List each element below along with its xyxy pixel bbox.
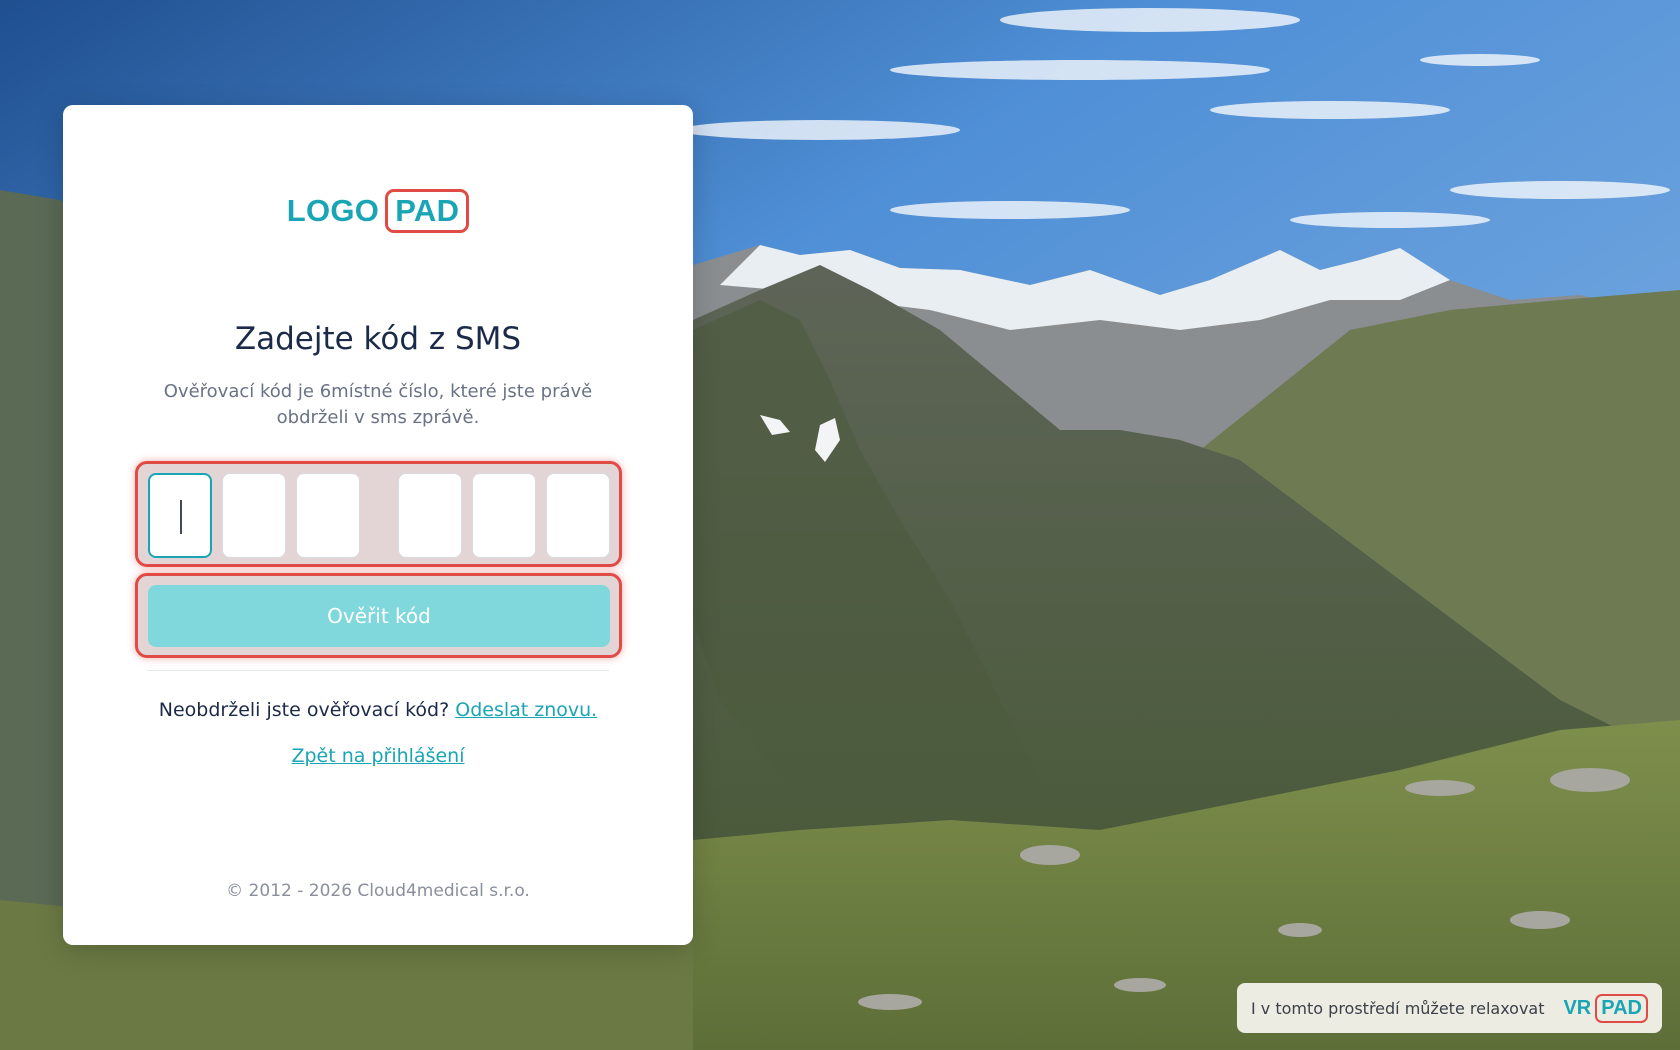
otp-digit-4[interactable] (398, 473, 462, 558)
back-to-login-link[interactable]: Zpět na přihlášení (291, 745, 464, 767)
resend-link[interactable]: Odeslat znovu. (455, 699, 597, 721)
badge-brand-b: PAD (1595, 993, 1648, 1023)
verify-code-button[interactable]: Ověřit kód (148, 585, 610, 647)
logo-part-b: PAD (385, 189, 470, 233)
page-title: Zadejte kód z SMS (234, 321, 522, 357)
divider (147, 670, 609, 671)
instructions-text: Ověřovací kód je 6místné číslo, které js… (163, 381, 593, 428)
relax-badge[interactable]: I v tomto prostředí můžete relaxovat VR … (1237, 983, 1662, 1033)
otp-digit-2[interactable] (222, 473, 286, 558)
resend-text: Neobdrželi jste ověřovací kód? (158, 699, 450, 721)
otp-digit-5[interactable] (472, 473, 536, 558)
otp-input-group (135, 461, 622, 567)
back-to-login: Zpět na přihlášení (63, 745, 693, 767)
logo: LOGO PAD (63, 189, 693, 233)
copyright-footer: © 2012 - 2026 Cloud4medical s.r.o. (226, 881, 530, 901)
resend-prompt: Neobdrželi jste ověřovací kód? Odeslat z… (63, 699, 693, 721)
verification-card: LOGO PAD Zadejte kód z SMS Ověřovací kód… (63, 105, 693, 945)
otp-digit-1[interactable] (148, 473, 212, 558)
logo-part-a: LOGO (286, 193, 380, 228)
badge-brand-a: VR (1563, 996, 1592, 1019)
otp-digit-3[interactable] (296, 473, 360, 558)
verify-button-highlight: Ověřit kód (135, 573, 622, 658)
relax-badge-text: I v tomto prostředí můžete relaxovat (1251, 998, 1545, 1018)
otp-digit-6[interactable] (546, 473, 610, 558)
